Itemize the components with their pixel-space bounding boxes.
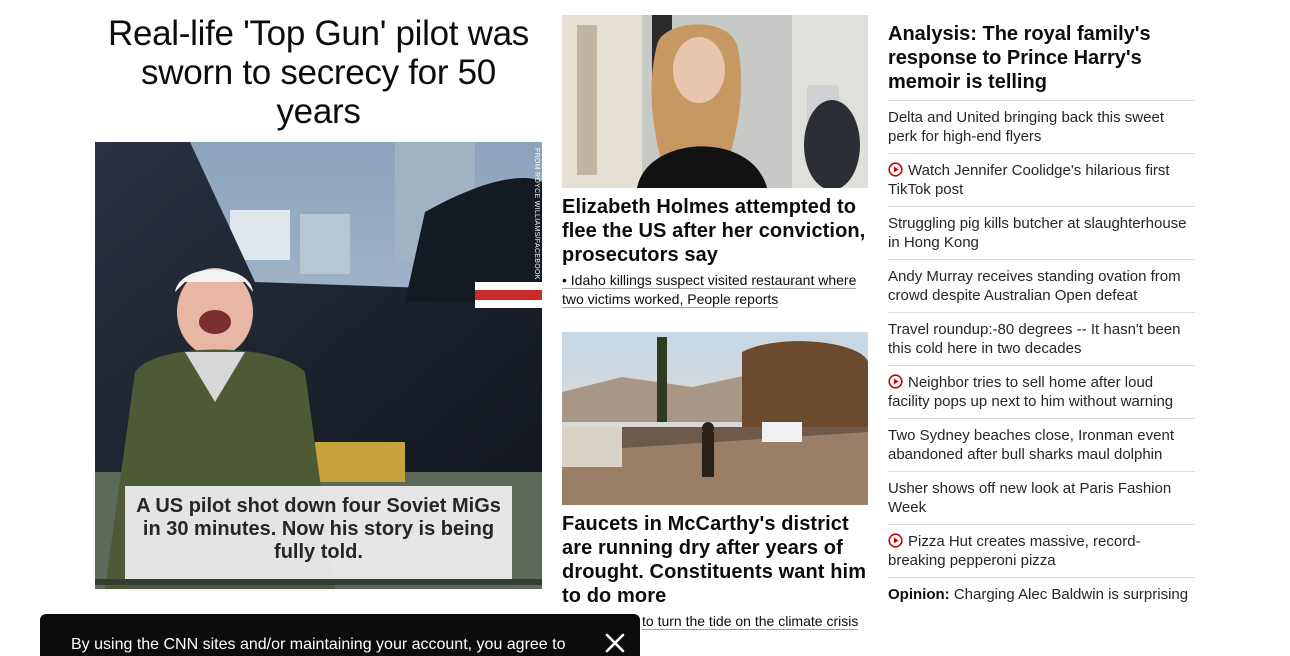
play-circle-icon	[888, 533, 903, 548]
headline-list: Delta and United bringing back this swee…	[888, 100, 1195, 577]
headline-text: Struggling pig kills butcher at slaughte…	[888, 215, 1187, 251]
story1-image[interactable]	[562, 15, 868, 188]
opinion-text: Charging Alec Baldwin is surprising	[949, 586, 1189, 603]
lead-image[interactable]: FROM ROYCE WILLIAMS/FACEBOOK A US pilot …	[95, 142, 542, 589]
lead-headline[interactable]: Real-life 'Top Gun' pilot was sworn to s…	[95, 14, 542, 131]
headline-item[interactable]: Neighbor tries to sell home after loud f…	[888, 365, 1195, 418]
headline-item[interactable]: Two Sydney beaches close, Ironman event …	[888, 418, 1195, 471]
headlines-column: Analysis: The royal family's response to…	[888, 22, 1195, 604]
analysis-headline[interactable]: Analysis: The royal family's response to…	[888, 22, 1195, 100]
headline-text: Travel roundup:-80 degrees -- It hasn't …	[888, 321, 1181, 357]
headline-text: Watch Jennifer Coolidge's hilarious firs…	[888, 162, 1170, 198]
headline-item[interactable]: Delta and United bringing back this swee…	[888, 100, 1195, 153]
story1-headline[interactable]: Elizabeth Holmes attempted to flee the U…	[562, 195, 868, 267]
headline-text: Andy Murray receives standing ovation fr…	[888, 268, 1181, 304]
opinion-label: Opinion:	[888, 586, 950, 603]
headline-item[interactable]: Struggling pig kills butcher at slaughte…	[888, 206, 1195, 259]
lead-story: Real-life 'Top Gun' pilot was sworn to s…	[95, 14, 542, 589]
story1-photo-graphic	[562, 15, 868, 188]
headline-item[interactable]: Watch Jennifer Coolidge's hilarious firs…	[888, 153, 1195, 206]
image-caption[interactable]: A US pilot shot down four Soviet MiGs in…	[125, 486, 512, 579]
story2-related-text: to turn the tide on the climate crisis	[642, 613, 859, 630]
headline-text: Neighbor tries to sell home after loud f…	[888, 374, 1174, 410]
story2-related-link[interactable]: to turn the tide on the climate crisis	[642, 612, 859, 631]
image-credit: FROM ROYCE WILLIAMS/FACEBOOK	[533, 148, 540, 280]
opinion-item[interactable]: Opinion: Charging Alec Baldwin is surpri…	[888, 577, 1195, 604]
headline-item[interactable]: Pizza Hut creates massive, record-breaki…	[888, 524, 1195, 577]
play-circle-icon	[888, 374, 903, 389]
headline-text: Usher shows off new look at Paris Fashio…	[888, 480, 1172, 516]
story1-related-link[interactable]: • Idaho killings suspect visited restaur…	[562, 271, 868, 309]
headline-text: Delta and United bringing back this swee…	[888, 109, 1164, 145]
story1-related-text: • Idaho killings suspect visited restaur…	[562, 272, 857, 308]
cookie-banner: By using the CNN sites and/or maintainin…	[40, 614, 640, 656]
play-circle-icon	[888, 162, 903, 177]
headline-text: Two Sydney beaches close, Ironman event …	[888, 427, 1174, 463]
headline-item[interactable]: Usher shows off new look at Paris Fashio…	[888, 471, 1195, 524]
story2: Faucets in McCarthy's district are runni…	[562, 332, 868, 608]
middle-column: Elizabeth Holmes attempted to flee the U…	[562, 15, 868, 630]
story2-image[interactable]	[562, 332, 868, 505]
headline-item[interactable]: Travel roundup:-80 degrees -- It hasn't …	[888, 312, 1195, 365]
headline-item[interactable]: Andy Murray receives standing ovation fr…	[888, 259, 1195, 312]
story2-headline[interactable]: Faucets in McCarthy's district are runni…	[562, 512, 868, 608]
close-icon[interactable]	[604, 632, 626, 654]
cookie-text: By using the CNN sites and/or maintainin…	[71, 636, 566, 653]
headline-text: Pizza Hut creates massive, record-breaki…	[888, 533, 1141, 569]
story2-photo-graphic	[562, 332, 868, 505]
